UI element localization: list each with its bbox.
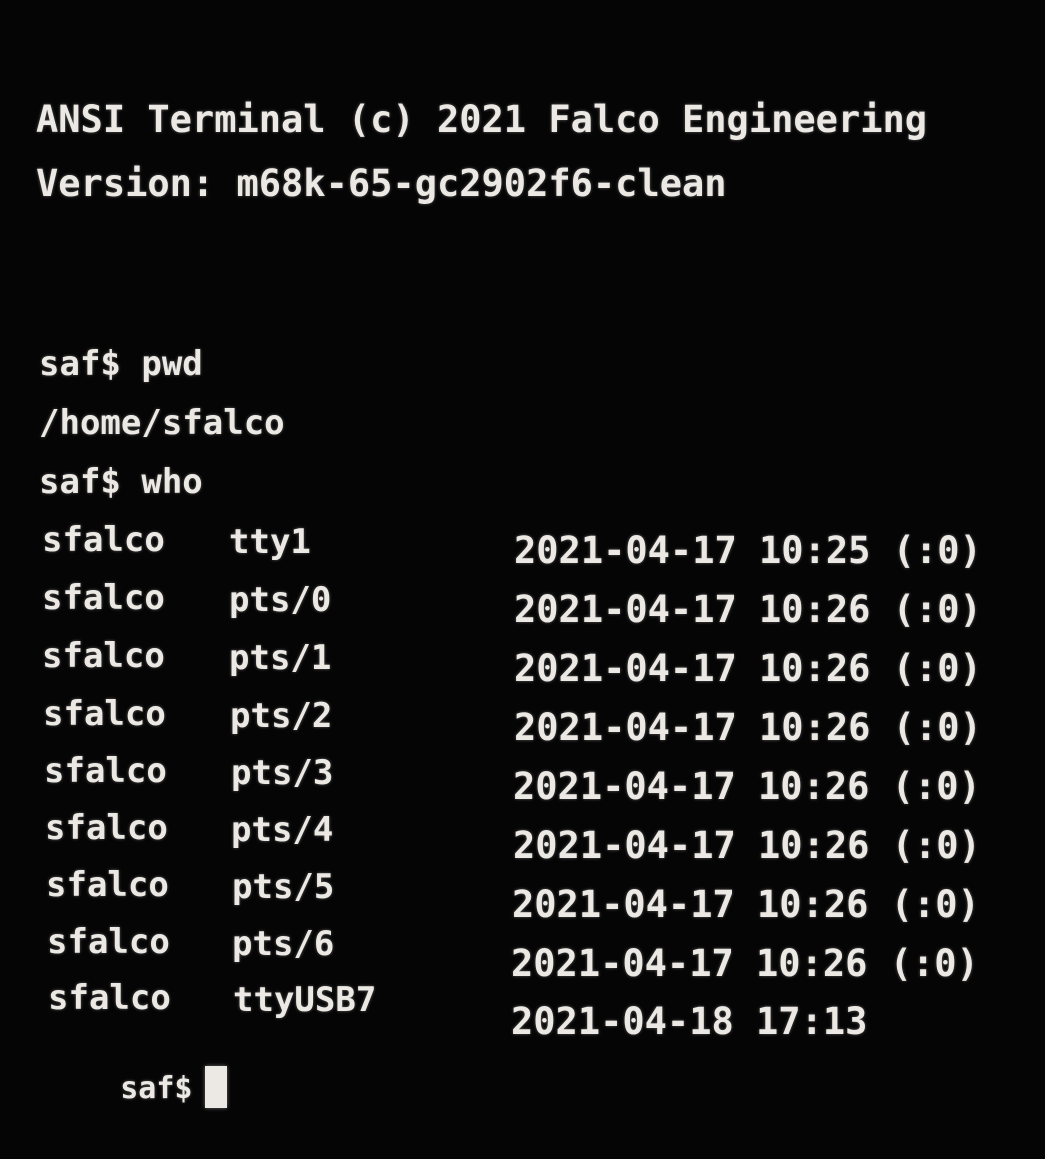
who-user-cell: sfalco [42, 578, 165, 618]
text-cursor [204, 1066, 227, 1108]
who-tty-cell: pts/1 [229, 638, 332, 678]
who-login-cell: 2021-04-17 10:26 (:0) [513, 765, 981, 808]
command-line: saf$ pwd [39, 344, 203, 384]
prompt-label: saf$ [120, 1071, 193, 1106]
who-tty-cell: pts/0 [229, 580, 332, 620]
banner-title: ANSI Terminal (c) 2021 Falco Engineering [36, 98, 928, 141]
who-tty-cell: pts/6 [232, 924, 335, 964]
command-line: saf$ who [39, 462, 203, 502]
who-login-cell: 2021-04-17 10:26 (:0) [512, 883, 980, 926]
who-user-cell: sfalco [44, 751, 167, 791]
who-tty-cell: tty1 [229, 522, 311, 562]
who-user-cell: sfalco [48, 978, 171, 1018]
who-user-cell: sfalco [46, 865, 169, 905]
terminal-screen[interactable]: ANSI Terminal (c) 2021 Falco Engineering… [0, 0, 1045, 1159]
who-login-cell: 2021-04-17 10:25 (:0) [514, 529, 982, 572]
banner-version: Version: m68k-65-gc2902f6-clean [36, 162, 727, 205]
output-line: /home/sfalco [39, 403, 285, 443]
who-tty-cell: pts/5 [232, 867, 335, 907]
who-login-cell: 2021-04-18 17:13 [511, 1000, 868, 1043]
who-tty-cell: pts/2 [230, 696, 333, 736]
who-login-cell: 2021-04-17 10:26 (:0) [511, 942, 979, 985]
who-user-cell: sfalco [47, 922, 170, 962]
who-tty-cell: ttyUSB7 [233, 980, 377, 1020]
who-user-cell: sfalco [45, 808, 168, 848]
who-user-cell: sfalco [42, 520, 165, 560]
who-login-cell: 2021-04-17 10:26 (:0) [514, 588, 982, 631]
active-prompt[interactable]: saf$ [48, 1036, 227, 1138]
who-login-cell: 2021-04-17 10:26 (:0) [513, 824, 981, 867]
who-login-cell: 2021-04-17 10:26 (:0) [514, 706, 982, 749]
who-tty-cell: pts/3 [231, 753, 334, 793]
who-user-cell: sfalco [42, 636, 165, 676]
who-login-cell: 2021-04-17 10:26 (:0) [514, 647, 982, 690]
who-user-cell: sfalco [43, 694, 166, 734]
who-tty-cell: pts/4 [231, 810, 334, 850]
